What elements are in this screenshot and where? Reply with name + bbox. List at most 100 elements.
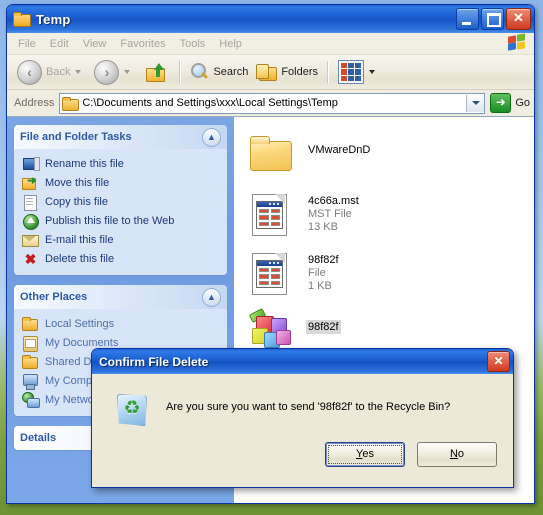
delete-icon: ✖ [24, 250, 37, 267]
place-label: Local Settings [45, 317, 115, 330]
menu-edit[interactable]: Edit [43, 36, 76, 52]
document-icon [248, 190, 296, 236]
panel-title: File and Folder Tasks [20, 131, 132, 143]
place-label: My Documents [45, 336, 119, 349]
list-item[interactable]: 4c66a.mst MST File 13 KB [248, 190, 534, 238]
list-item-text: VMwareDnD [306, 131, 372, 157]
windows-logo-icon [507, 33, 529, 52]
task-label: E-mail this file [45, 233, 114, 246]
task-label: Delete this file [45, 252, 115, 265]
no-button[interactable]: No [417, 441, 497, 467]
file-type: File [308, 267, 326, 279]
menu-favorites[interactable]: Favorites [113, 36, 172, 52]
search-icon [190, 63, 209, 81]
search-button[interactable]: Search [186, 59, 252, 85]
chevron-up-icon[interactable]: ▲ [202, 127, 221, 147]
go-label: Go [515, 97, 530, 109]
dialog-title: Confirm File Delete [99, 354, 209, 369]
chevron-down-icon [471, 101, 480, 105]
my-documents-icon [22, 335, 39, 352]
confirm-file-delete-dialog: Confirm File Delete Are you sure you wan… [91, 348, 514, 488]
menu-bar: File Edit View Favorites Tools Help [7, 33, 534, 55]
file-size: 1 KB [308, 280, 332, 292]
folders-icon [256, 63, 278, 81]
task-label: Copy this file [45, 195, 108, 208]
panel-header[interactable]: Other Places ▲ [14, 285, 227, 309]
list-item[interactable]: 98f82f File 1 KB [248, 249, 534, 297]
no-label: No [449, 448, 465, 460]
address-dropdown-button[interactable] [466, 94, 485, 112]
up-button[interactable] [139, 59, 174, 85]
task-copy-this-file[interactable]: Copy this file [22, 192, 223, 211]
task-label: Move this file [45, 176, 110, 189]
dialog-message: Are you sure you want to send '98f82f' t… [166, 401, 451, 413]
task-move-this-file[interactable]: Move this file [22, 173, 223, 192]
list-item-text: 98f82f File 1 KB [306, 249, 341, 293]
menu-tools[interactable]: Tools [173, 36, 213, 52]
toolbar-separator-2 [327, 61, 330, 83]
back-label: Back [46, 66, 71, 78]
forward-dropdown-icon[interactable] [124, 70, 131, 74]
up-folder-icon [146, 62, 167, 82]
my-computer-icon [22, 373, 39, 390]
dialog-close-button[interactable] [487, 351, 510, 372]
go-arrow-icon [490, 93, 512, 113]
email-icon [22, 232, 39, 248]
folders-button[interactable]: Folders [252, 59, 322, 85]
title-bar: Temp [7, 5, 534, 33]
menu-file[interactable]: File [11, 36, 43, 52]
task-rename-this-file[interactable]: Rename this file [22, 154, 223, 173]
folder-icon [248, 131, 296, 177]
folder-icon [13, 12, 31, 27]
back-dropdown-icon[interactable] [75, 70, 82, 74]
minimize-button[interactable] [456, 8, 479, 30]
maximize-button[interactable] [481, 8, 504, 30]
search-label: Search [213, 66, 249, 78]
views-icon [338, 60, 365, 84]
place-local-settings[interactable]: Local Settings [22, 314, 223, 333]
address-input[interactable]: C:\Documents and Settings\xxx\Local Sett… [59, 92, 486, 114]
dialog-title-bar: Confirm File Delete [92, 349, 513, 374]
back-arrow-icon: ‹ [17, 59, 42, 85]
forward-button[interactable]: › [90, 59, 139, 85]
panel-title: Other Places [20, 291, 88, 303]
views-button[interactable] [334, 59, 384, 85]
document-icon [248, 249, 296, 295]
panel-header[interactable]: File and Folder Tasks ▲ [14, 125, 227, 149]
window-title: Temp [36, 11, 71, 27]
views-dropdown-icon[interactable] [369, 70, 376, 74]
forward-arrow-icon: › [94, 59, 120, 85]
task-delete-this-file[interactable]: ✖ Delete this file [22, 249, 223, 268]
task-email-this-file[interactable]: E-mail this file [22, 230, 223, 249]
list-item-text: 4c66a.mst MST File 13 KB [306, 190, 361, 234]
folder-icon [22, 354, 39, 370]
yes-label: Yes [356, 448, 374, 460]
dialog-buttons: Yes No [92, 431, 513, 487]
toolbar-separator [179, 61, 182, 83]
list-item-text: 98f82f [306, 308, 341, 334]
address-label: Address [14, 97, 55, 109]
list-item[interactable]: VMwareDnD [248, 131, 534, 179]
panel-body: Rename this file Move this file Copy thi… [14, 149, 227, 275]
folders-label: Folders [281, 66, 319, 78]
menu-view[interactable]: View [76, 36, 114, 52]
close-button[interactable] [506, 8, 531, 30]
task-label: Publish this file to the Web [45, 214, 175, 227]
recycle-bin-icon [112, 390, 152, 430]
menu-help[interactable]: Help [212, 36, 249, 52]
move-icon [22, 174, 39, 191]
file-name: 98f82f [306, 320, 341, 334]
file-name: 98f82f [308, 254, 339, 266]
chevron-up-icon[interactable]: ▲ [202, 287, 221, 307]
go-button[interactable]: Go [490, 93, 530, 113]
back-button[interactable]: ‹ Back [13, 59, 90, 85]
network-icon [22, 391, 40, 408]
publish-icon [22, 213, 39, 230]
yes-button[interactable]: Yes [325, 441, 405, 467]
address-value: C:\Documents and Settings\xxx\Local Sett… [82, 97, 338, 109]
window-controls [456, 8, 531, 30]
file-size: 13 KB [308, 221, 338, 233]
file-type: MST File [308, 208, 352, 220]
task-publish-this-file-to-the-web[interactable]: Publish this file to the Web [22, 211, 223, 230]
address-bar: Address C:\Documents and Settings\xxx\Lo… [7, 90, 534, 117]
